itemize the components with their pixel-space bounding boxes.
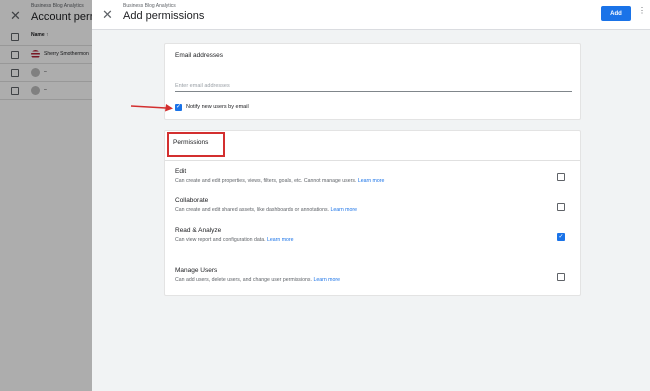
- dialog-scrim[interactable]: [0, 0, 92, 391]
- collaborate-checkbox[interactable]: [557, 203, 565, 211]
- divider: [165, 160, 580, 161]
- learn-more-link[interactable]: Learn more: [358, 178, 385, 184]
- add-permissions-dialog: ✕ Business Blog Analytics Add permission…: [92, 0, 650, 391]
- permission-description: Can view report and configuration data. …: [175, 237, 294, 243]
- permissions-card: Permissions Edit Can create and edit pro…: [164, 130, 581, 296]
- dialog-header: ✕ Business Blog Analytics Add permission…: [92, 0, 650, 30]
- permissions-card-title: Permissions: [173, 139, 209, 146]
- add-button[interactable]: Add: [601, 6, 631, 21]
- permission-read-analyze: Read & Analyze Can view report and confi…: [175, 227, 555, 243]
- permission-edit: Edit Can create and edit properties, vie…: [175, 168, 555, 184]
- permission-description: Can create and edit shared assets, like …: [175, 207, 357, 213]
- permission-name: Read & Analyze: [175, 227, 222, 234]
- edit-checkbox[interactable]: [557, 173, 565, 181]
- annotation-arrow-icon: [130, 104, 173, 112]
- learn-more-link[interactable]: Learn more: [267, 237, 294, 243]
- close-icon[interactable]: ✕: [102, 7, 113, 23]
- permission-description: Can create and edit properties, views, f…: [175, 178, 385, 184]
- permission-name: Collaborate: [175, 197, 209, 204]
- email-addresses-card: Email addresses ✓ Notify new users by em…: [164, 43, 581, 120]
- dialog-subtitle: Business Blog Analytics: [123, 3, 176, 9]
- email-input[interactable]: [175, 80, 572, 92]
- read-analyze-checkbox[interactable]: ✓: [557, 233, 565, 241]
- email-card-title: Email addresses: [175, 52, 224, 59]
- permission-name: Manage Users: [175, 267, 218, 274]
- permission-description: Can add users, delete users, and change …: [175, 277, 340, 283]
- more-options-icon[interactable]: ⋮: [638, 6, 646, 15]
- permission-collaborate: Collaborate Can create and edit shared a…: [175, 197, 555, 213]
- notify-label[interactable]: Notify new users by email: [186, 104, 249, 110]
- learn-more-link[interactable]: Learn more: [330, 207, 357, 213]
- permission-name: Edit: [175, 168, 187, 175]
- permission-manage-users: Manage Users Can add users, delete users…: [175, 267, 555, 283]
- notify-checkbox[interactable]: ✓: [175, 104, 182, 111]
- learn-more-link[interactable]: Learn more: [313, 277, 340, 283]
- dialog-title: Add permissions: [123, 10, 205, 22]
- manage-users-checkbox[interactable]: [557, 273, 565, 281]
